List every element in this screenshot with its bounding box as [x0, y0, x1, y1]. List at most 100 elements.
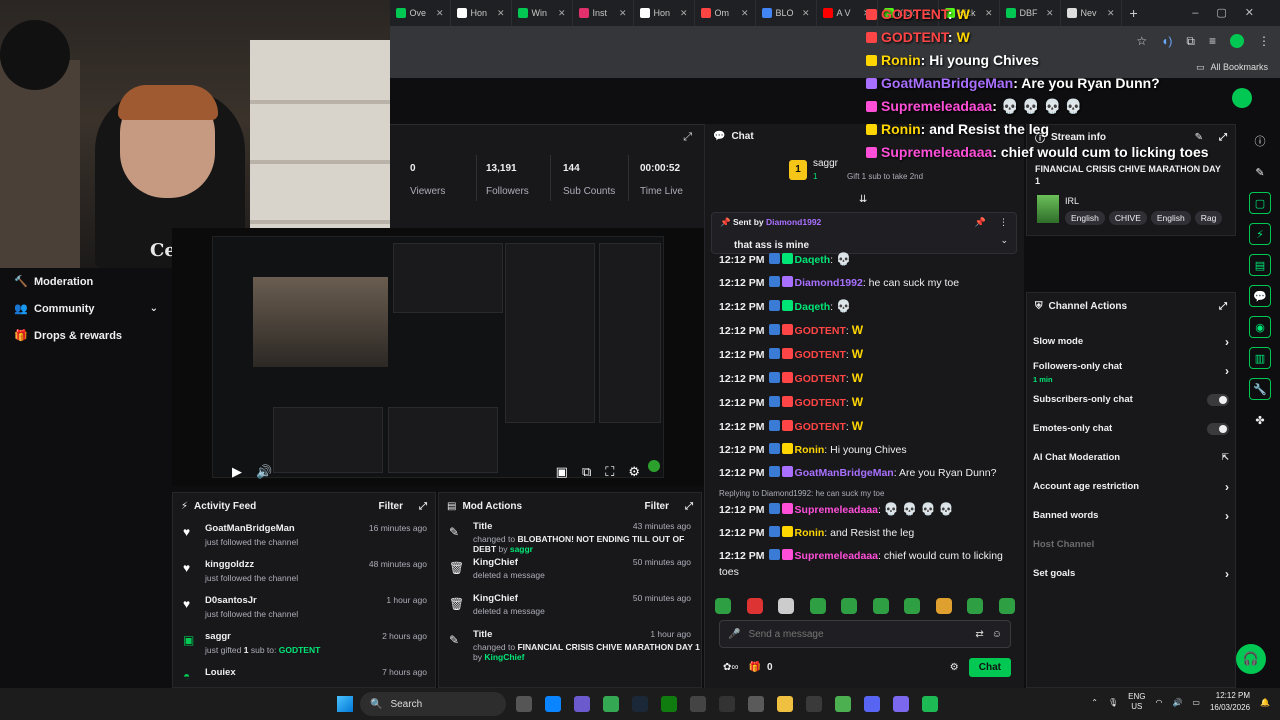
activity-feed-item[interactable]: ♥ kinggoldzz just followed the channel 48 m…: [173, 555, 435, 591]
battery-icon[interactable]: ▭: [1192, 698, 1200, 707]
fullscreen-icon[interactable]: ⛶: [605, 464, 614, 480]
channel-action-item[interactable]: Followers-only chat 1 min ›: [1027, 356, 1235, 385]
chat-message[interactable]: 12:12 PM Supremeleadaaa: chief would cum …: [705, 545, 1025, 580]
chat-message[interactable]: 12:12 PM Ronin: and Resist the leg: [705, 522, 1025, 545]
popout-icon[interactable]: ⤢: [683, 131, 692, 144]
tab-close-icon[interactable]: ✕: [558, 8, 566, 19]
browser-tab[interactable]: BLO ✕: [756, 0, 817, 26]
quick-emote-icon[interactable]: [715, 598, 731, 614]
chevron-down-icon[interactable]: ⌄: [1000, 235, 1008, 246]
info-icon[interactable]: ⓘ: [1249, 130, 1271, 152]
taskbar-app-icon[interactable]: [545, 696, 561, 712]
chat-username[interactable]: GODTENT: [795, 397, 846, 409]
wrench-icon[interactable]: 🔧: [1249, 378, 1271, 400]
mic-tray-icon[interactable]: 🎙: [1108, 698, 1118, 707]
chat-message[interactable]: 12:12 PM Diamond1992: he can suck my toe: [705, 272, 1025, 295]
volume-icon[interactable]: 🔊: [256, 464, 272, 480]
quick-emote-icon[interactable]: [746, 598, 763, 614]
mod-action-user[interactable]: saggr: [510, 544, 533, 554]
chat-input[interactable]: [748, 628, 968, 640]
toggle-switch[interactable]: [1207, 393, 1229, 406]
chat-username[interactable]: Ronin: [795, 444, 825, 456]
start-icon[interactable]: [337, 696, 353, 712]
popout-icon[interactable]: ⤢: [685, 501, 693, 512]
chat-username[interactable]: Diamond1992: [795, 277, 863, 289]
chat-settings-gear-icon[interactable]: ⚙: [950, 662, 959, 673]
tab-close-icon[interactable]: ✕: [680, 8, 688, 19]
infinity-icon[interactable]: ✿∞: [723, 662, 739, 673]
clipboard-icon[interactable]: ▤: [1249, 254, 1271, 276]
settings-gear-icon[interactable]: ⚙: [628, 464, 640, 480]
chat-username[interactable]: GODTENT: [795, 373, 846, 385]
taskbar-app-icon[interactable]: [719, 696, 735, 712]
channel-action-item[interactable]: Set goals ›: [1027, 559, 1235, 588]
chat-username[interactable]: GODTENT: [795, 349, 846, 361]
chat-username[interactable]: Daqeth: [795, 254, 831, 266]
stream-tag[interactable]: Rag: [1194, 211, 1223, 225]
mod-action-item[interactable]: 🗑 KingChief deleted a message 50 minutes ag…: [439, 591, 701, 627]
mod-action-item[interactable]: ✎ Title changed to BLOBATHON! NOT ENDING T…: [439, 519, 701, 555]
taskbar-app-icon[interactable]: [574, 696, 590, 712]
gift-box-icon[interactable]: 🎁: [749, 662, 761, 673]
chat-message[interactable]: 12:12 PM GODTENT: W: [705, 415, 1025, 439]
browser-tab[interactable]: Om ✕: [695, 0, 756, 26]
chat-message[interactable]: 12:12 PM GODTENT: W: [705, 343, 1025, 367]
taskbar-app-icon[interactable]: [661, 696, 677, 712]
theatre-icon[interactable]: ▣: [556, 464, 568, 480]
filter-button[interactable]: Filter: [379, 501, 403, 512]
channel-action-item[interactable]: AI Chat Moderation ⇱: [1027, 443, 1235, 472]
chat-message[interactable]: 12:12 PM GODTENT: W: [705, 391, 1025, 415]
language-indicator[interactable]: ENG US: [1128, 692, 1145, 712]
chat-message[interactable]: 12:12 PM GODTENT: W: [705, 319, 1025, 343]
quick-emote-icon[interactable]: [935, 598, 952, 614]
clip-icon[interactable]: ⧉: [582, 464, 591, 480]
chevron-up-icon[interactable]: ⌃: [1091, 698, 1098, 707]
stream-tag[interactable]: English: [1065, 211, 1105, 225]
feed-gift-target[interactable]: GODTENT: [279, 645, 321, 655]
browser-tab[interactable]: Ove ✕: [390, 0, 451, 26]
chat-icon[interactable]: 💬: [1249, 285, 1271, 307]
browser-tab[interactable]: Hon ✕: [451, 0, 512, 26]
volume-icon[interactable]: 🔊: [1172, 698, 1182, 707]
scroll-down-icon[interactable]: ⇊: [859, 194, 867, 205]
taskbar-app-icon[interactable]: [603, 696, 619, 712]
channel-action-item[interactable]: Account age restriction ›: [1027, 472, 1235, 501]
chat-username[interactable]: Ronin: [795, 527, 825, 539]
chat-message[interactable]: 12:12 PM Supremeleadaaa: 💀 💀 💀 💀: [705, 498, 1025, 522]
browser-menu-icon[interactable]: ⋮: [1258, 34, 1270, 48]
quick-emote-icon[interactable]: [778, 598, 795, 614]
play-icon[interactable]: ▶: [232, 464, 242, 480]
browser-tab[interactable]: Hon ✕: [634, 0, 695, 26]
popout-icon[interactable]: ⤢: [419, 501, 427, 512]
stream-tag[interactable]: English: [1150, 211, 1191, 225]
taskbar-app-icon[interactable]: [748, 696, 764, 712]
taskbar-app-icon[interactable]: [835, 696, 851, 712]
clip-icon[interactable]: ▢: [1249, 192, 1271, 214]
taskbar-app-icon[interactable]: [690, 696, 706, 712]
tab-close-icon[interactable]: ✕: [619, 8, 627, 19]
taskbar-app-icon[interactable]: [893, 696, 909, 712]
tab-close-icon[interactable]: ✕: [436, 8, 444, 19]
tab-close-icon[interactable]: ✕: [802, 8, 810, 19]
chat-message[interactable]: 12:12 PM GODTENT: W: [705, 367, 1025, 391]
taskbar-app-icon[interactable]: [777, 696, 793, 712]
chat-username[interactable]: GODTENT: [795, 325, 846, 337]
stream-preview[interactable]: ▶ 🔊 ▣ ⧉ ⛶ ⚙: [172, 228, 704, 486]
translate-icon[interactable]: ⇄: [975, 629, 983, 640]
chat-message[interactable]: 12:12 PM Daqeth: 💀: [705, 248, 1025, 272]
mod-action-item[interactable]: 🗑 KingChief deleted a message 50 minutes ag…: [439, 555, 701, 591]
taskbar-search[interactable]: 🔍 Search: [360, 692, 506, 716]
palette-icon[interactable]: ✤: [1249, 409, 1271, 431]
chat-message[interactable]: 12:12 PM GoatManBridgeMan: Are you Ryan D…: [705, 462, 1025, 485]
raid-icon[interactable]: ⚡: [1249, 223, 1271, 245]
toggle-switch[interactable]: [1207, 422, 1229, 435]
quick-emote-icon[interactable]: [841, 598, 858, 614]
taskbar-app-icon[interactable]: [922, 696, 938, 712]
stream-tag[interactable]: CHIVE: [1108, 211, 1147, 225]
browser-tab[interactable]: Win ✕: [512, 0, 573, 26]
channel-action-item[interactable]: Emotes-only chat: [1027, 414, 1235, 443]
activity-feed-item[interactable]: ▣ saggr just gifted 1 sub to: GODTENT 2 hou…: [173, 627, 435, 663]
quick-emote-icon[interactable]: [872, 598, 889, 614]
activity-feed-item[interactable]: ♥ D0santosJr just followed the channel 1 ho…: [173, 591, 435, 627]
help-headset-button[interactable]: 🎧: [1236, 644, 1266, 674]
